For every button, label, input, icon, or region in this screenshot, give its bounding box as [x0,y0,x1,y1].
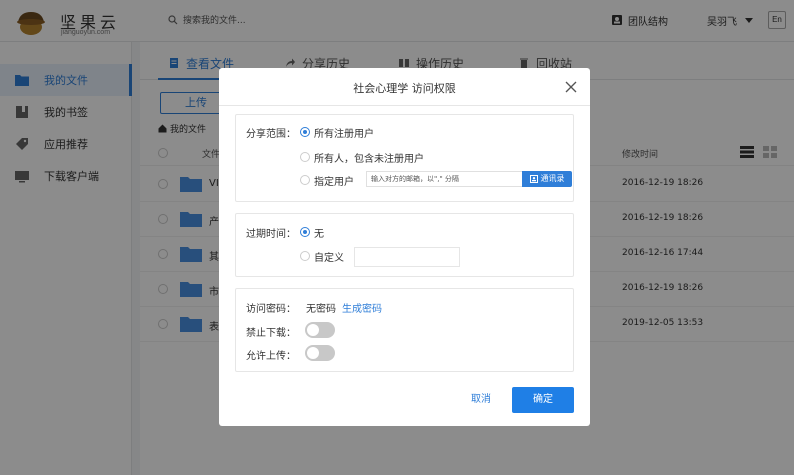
dialog-header: 社会心理学 访问权限 [219,68,590,106]
expire-radio-custom[interactable] [300,251,310,261]
close-icon[interactable] [565,81,577,93]
contacts-icon [529,175,538,183]
expire-option-none[interactable]: 无 [314,225,324,240]
expire-label: 过期时间： [246,229,296,240]
cancel-button[interactable]: 取消 [466,391,496,409]
expire-radio-none[interactable] [300,227,310,237]
share-scope-section: 分享范围： 所有注册用户 所有人，包含未注册用户 指定用户 通讯录 [235,114,574,202]
generate-password-link[interactable]: 生成密码 [342,300,382,315]
contacts-label: 通讯录 [540,174,565,183]
scope-option-registered[interactable]: 所有注册用户 [314,125,374,140]
contacts-button[interactable]: 通讯录 [522,171,572,187]
scope-radio-specified[interactable] [300,175,310,185]
share-scope-label: 分享范围： [246,129,296,140]
allow-upload-label: 允许上传： [246,351,296,362]
expire-date-input[interactable] [354,247,460,267]
access-permission-dialog: 社会心理学 访问权限 分享范围： 所有注册用户 所有人，包含未注册用户 指定用户… [219,68,590,426]
password-label: 访问密码： [246,304,296,315]
confirm-button[interactable]: 确定 [512,387,574,413]
allow-upload-toggle[interactable] [305,345,335,361]
scope-option-everyone[interactable]: 所有人，包含未注册用户 [314,150,424,165]
scope-radio-registered[interactable] [300,127,310,137]
dialog-title: 社会心理学 访问权限 [353,82,456,95]
no-download-toggle[interactable] [305,322,335,338]
access-options-section: 访问密码： 无密码 生成密码 禁止下载： 允许上传： [235,288,574,372]
expire-option-custom[interactable]: 自定义 [314,249,344,264]
no-download-label: 禁止下载： [246,328,296,339]
email-input[interactable] [366,171,538,187]
scope-radio-everyone[interactable] [300,152,310,162]
scope-option-specified[interactable]: 指定用户 [314,173,354,188]
expire-section: 过期时间： 无 自定义 [235,213,574,277]
password-value: 无密码 [306,304,336,315]
